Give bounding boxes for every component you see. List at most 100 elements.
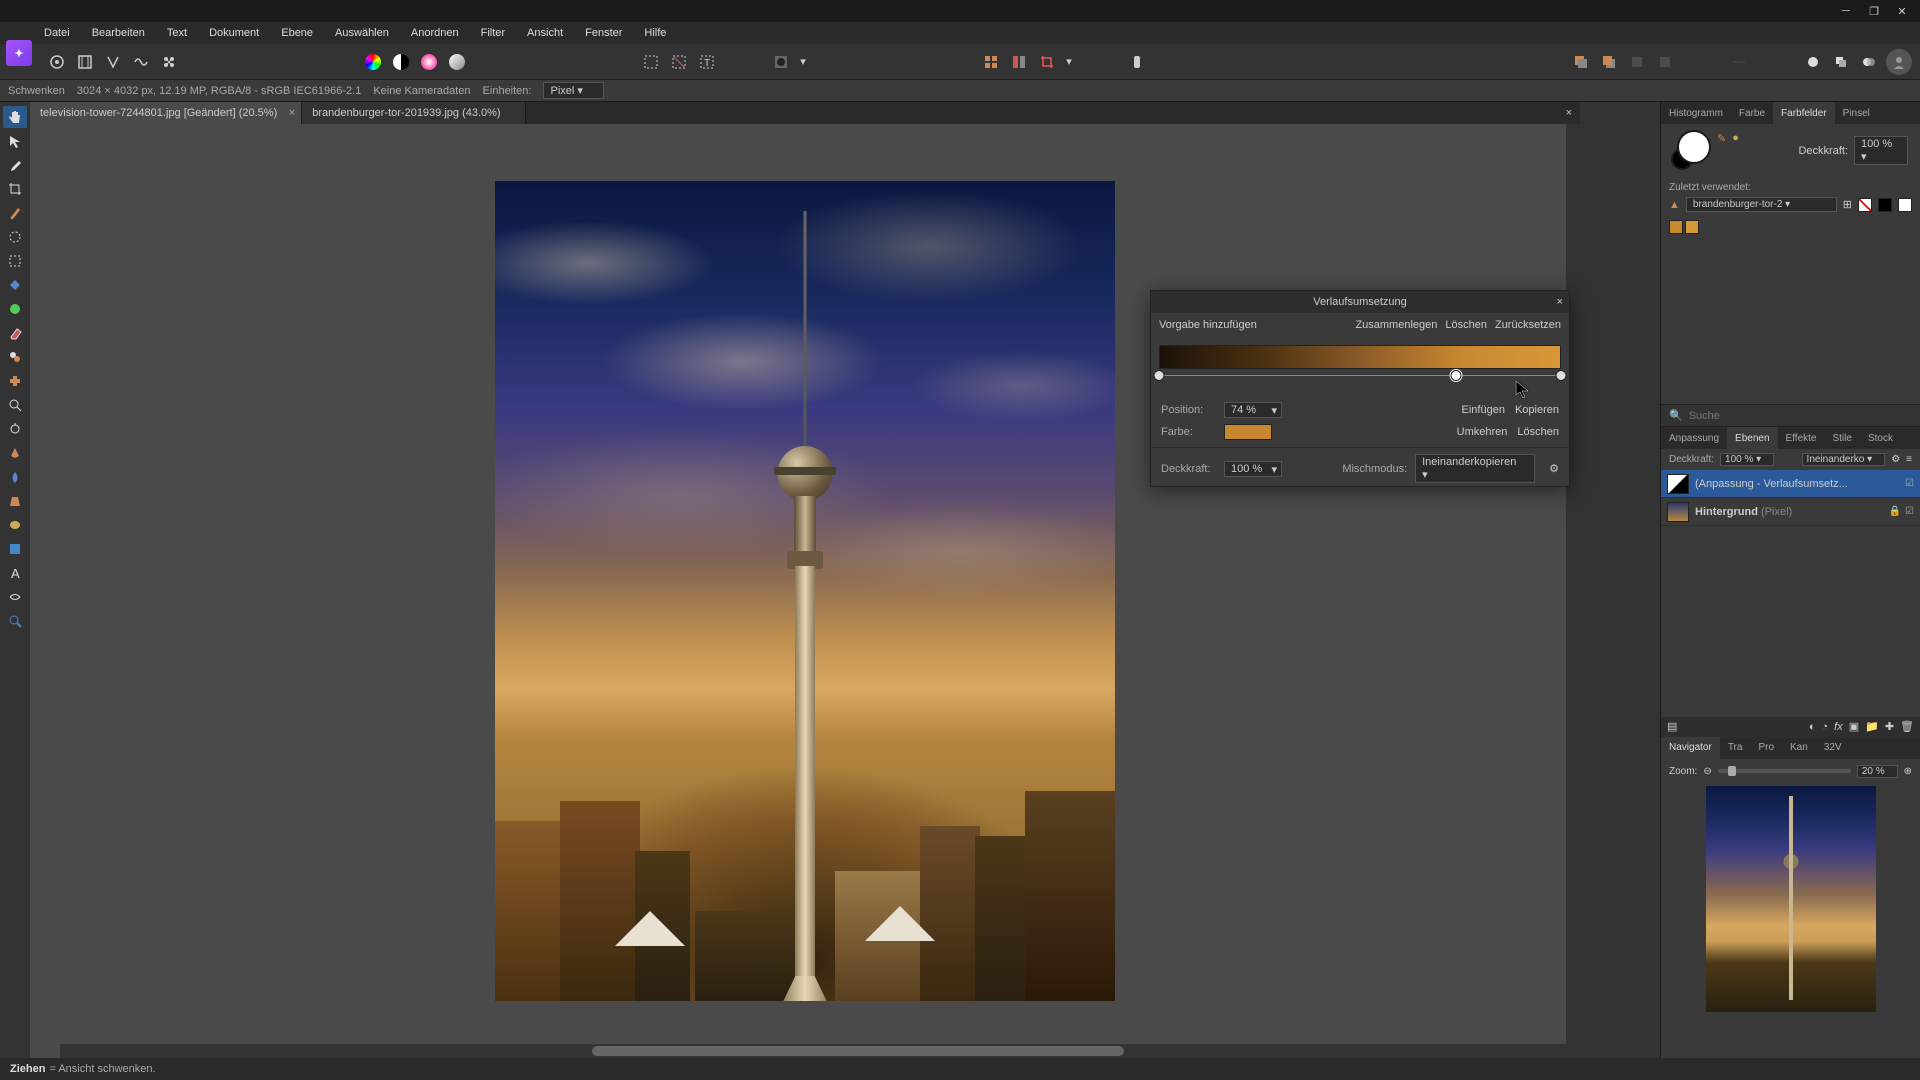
adjust-layer-icon[interactable]: ◔ (1821, 721, 1828, 733)
close-button[interactable]: ✕ (1888, 2, 1916, 20)
color-wheel-icon[interactable] (360, 49, 386, 75)
arrange-back-icon[interactable] (1568, 49, 1594, 75)
persona-export-icon[interactable] (156, 49, 182, 75)
zoom-slider[interactable] (1718, 769, 1851, 773)
mesh-tool-icon[interactable] (3, 586, 27, 608)
tab-farbfelder[interactable]: Farbfelder (1773, 102, 1835, 124)
maximize-button[interactable]: ❐ (1860, 2, 1888, 20)
black-swatch[interactable] (1878, 198, 1892, 212)
navigator-thumbnail[interactable] (1706, 786, 1876, 1012)
zoom-out-icon[interactable]: ⊖ (1703, 766, 1711, 777)
persona-liquify-icon[interactable] (72, 49, 98, 75)
info-icon[interactable] (1124, 49, 1150, 75)
selection-add-icon[interactable] (666, 49, 692, 75)
quickmask-icon[interactable] (768, 49, 794, 75)
document-tab-1[interactable]: television-tower-7244801.jpg [Geändert] … (30, 102, 302, 124)
layer-menu-icon[interactable]: ≡ (1906, 454, 1912, 465)
heal-tool-icon[interactable] (3, 370, 27, 392)
tab-ebenen[interactable]: Ebenen (1727, 427, 1777, 449)
delete-stop-button[interactable]: Löschen (1517, 426, 1559, 438)
text-tool-icon[interactable]: A (3, 562, 27, 584)
fx-layer-icon[interactable]: fx (1834, 721, 1843, 733)
zoom-in-icon[interactable]: ⊕ (1904, 766, 1912, 777)
no-color-swatch[interactable] (1858, 198, 1872, 212)
tab-histogramm[interactable]: Histogramm (1661, 102, 1731, 124)
persona-tone-icon[interactable] (128, 49, 154, 75)
arrange-front-icon[interactable] (1596, 49, 1622, 75)
menu-ansicht[interactable]: Ansicht (517, 24, 573, 42)
selection-text-icon[interactable]: T (694, 49, 720, 75)
paint-brush-tool-icon[interactable] (3, 202, 27, 224)
tab-stile[interactable]: Stile (1824, 427, 1859, 449)
quickmask-dropdown-icon[interactable]: ▾ (796, 49, 810, 75)
search-input[interactable] (1689, 410, 1912, 422)
tab-navigator[interactable]: Navigator (1661, 737, 1720, 759)
smudge-tool-icon[interactable] (3, 490, 27, 512)
shape-tool-icon[interactable] (3, 538, 27, 560)
clone-tool-icon[interactable] (3, 346, 27, 368)
zoom-tool-icon[interactable] (3, 394, 27, 416)
dodge-tool-icon[interactable] (3, 418, 27, 440)
zoom-field[interactable]: 20 % (1857, 765, 1898, 778)
blend-mode-select[interactable]: Ineinanderkopieren ▾ (1415, 454, 1535, 483)
hsl-adjust-icon[interactable] (416, 49, 442, 75)
color-swatch[interactable] (1224, 424, 1272, 440)
position-field[interactable]: 74 % ▾ (1224, 402, 1282, 418)
layer-adjustment[interactable]: (Anpassung - Verlaufsumsetz... ☑ (1661, 470, 1920, 498)
crop-tool2-icon[interactable] (3, 178, 27, 200)
close-all-tabs-icon[interactable]: × (1558, 102, 1580, 124)
layer-background[interactable]: Hintergrund (Pixel) 🔒☑ (1661, 498, 1920, 526)
layer-blend-select[interactable]: Ineinanderko ▾ (1802, 453, 1886, 466)
persona-develop-icon[interactable] (100, 49, 126, 75)
menu-text[interactable]: Text (157, 24, 197, 42)
gradient-track[interactable] (1159, 371, 1561, 391)
add-layer-icon[interactable]: ✚ (1885, 720, 1894, 733)
preset-grid-icon[interactable]: ⊞ (1843, 198, 1852, 211)
layer-visible-icon[interactable]: ☑ (1905, 478, 1914, 489)
selection-new-icon[interactable] (638, 49, 664, 75)
gradient-stop-3[interactable] (1556, 370, 1567, 381)
menu-anordnen[interactable]: Anordnen (401, 24, 469, 42)
minimize-button[interactable]: ─ (1832, 2, 1860, 20)
dlg-opacity-field[interactable]: 100 % ▾ (1224, 461, 1282, 477)
sponge-tool-icon[interactable] (3, 514, 27, 536)
snap3-icon[interactable] (1856, 49, 1882, 75)
crop-layer-icon[interactable]: ▣ (1849, 720, 1859, 733)
tab-anpassung[interactable]: Anpassung (1661, 427, 1727, 449)
tab-farbe[interactable]: Farbe (1731, 102, 1773, 124)
mask-layer-icon[interactable]: ◐ (1809, 721, 1816, 733)
split-view-icon[interactable] (1006, 49, 1032, 75)
close-tab-icon[interactable]: × (289, 107, 295, 119)
grid-view-icon[interactable] (978, 49, 1004, 75)
layer-lock-icon[interactable]: 🔒 (1889, 506, 1901, 517)
copy-button[interactable]: Kopieren (1515, 404, 1559, 416)
view-tool-icon[interactable] (3, 610, 27, 632)
delete-layer-icon[interactable]: 🗑 (1900, 720, 1914, 733)
document-tab-2[interactable]: brandenburger-tor-201939.jpg (43.0%) (302, 102, 525, 124)
levels-adjust-icon[interactable] (444, 49, 470, 75)
merge-button[interactable]: Zusammenlegen (1355, 319, 1437, 331)
vertical-scrollbar[interactable] (1566, 124, 1580, 1044)
layer-gear-icon[interactable]: ⚙ (1891, 454, 1900, 465)
tab-stock[interactable]: Stock (1860, 427, 1901, 449)
menu-datei[interactable]: Datei (34, 24, 80, 42)
horizontal-scrollbar[interactable] (60, 1044, 1580, 1058)
persona-photo-icon[interactable] (44, 49, 70, 75)
snap2-icon[interactable] (1828, 49, 1854, 75)
menu-bearbeiten[interactable]: Bearbeiten (82, 24, 155, 42)
selection-brush-tool-icon[interactable] (3, 226, 27, 248)
eyedropper-icon[interactable]: ✎ (1717, 132, 1726, 145)
foreground-color-swatch[interactable] (1677, 130, 1711, 164)
add-preset-button[interactable]: Vorgabe hinzufügen (1159, 319, 1257, 331)
pen-tool-icon[interactable] (3, 442, 27, 464)
dialog-close-icon[interactable]: × (1557, 296, 1563, 308)
crop-tool-icon[interactable] (1034, 49, 1060, 75)
marquee-tool-icon[interactable] (3, 250, 27, 272)
tab-32v[interactable]: 32V (1816, 737, 1850, 759)
canvas[interactable] (30, 124, 1580, 1058)
tab-effekte[interactable]: Effekte (1778, 427, 1825, 449)
menu-fenster[interactable]: Fenster (575, 24, 632, 42)
delete-button[interactable]: Löschen (1445, 319, 1487, 331)
recent-swatch-2[interactable] (1685, 220, 1699, 234)
tab-pro[interactable]: Pro (1750, 737, 1782, 759)
